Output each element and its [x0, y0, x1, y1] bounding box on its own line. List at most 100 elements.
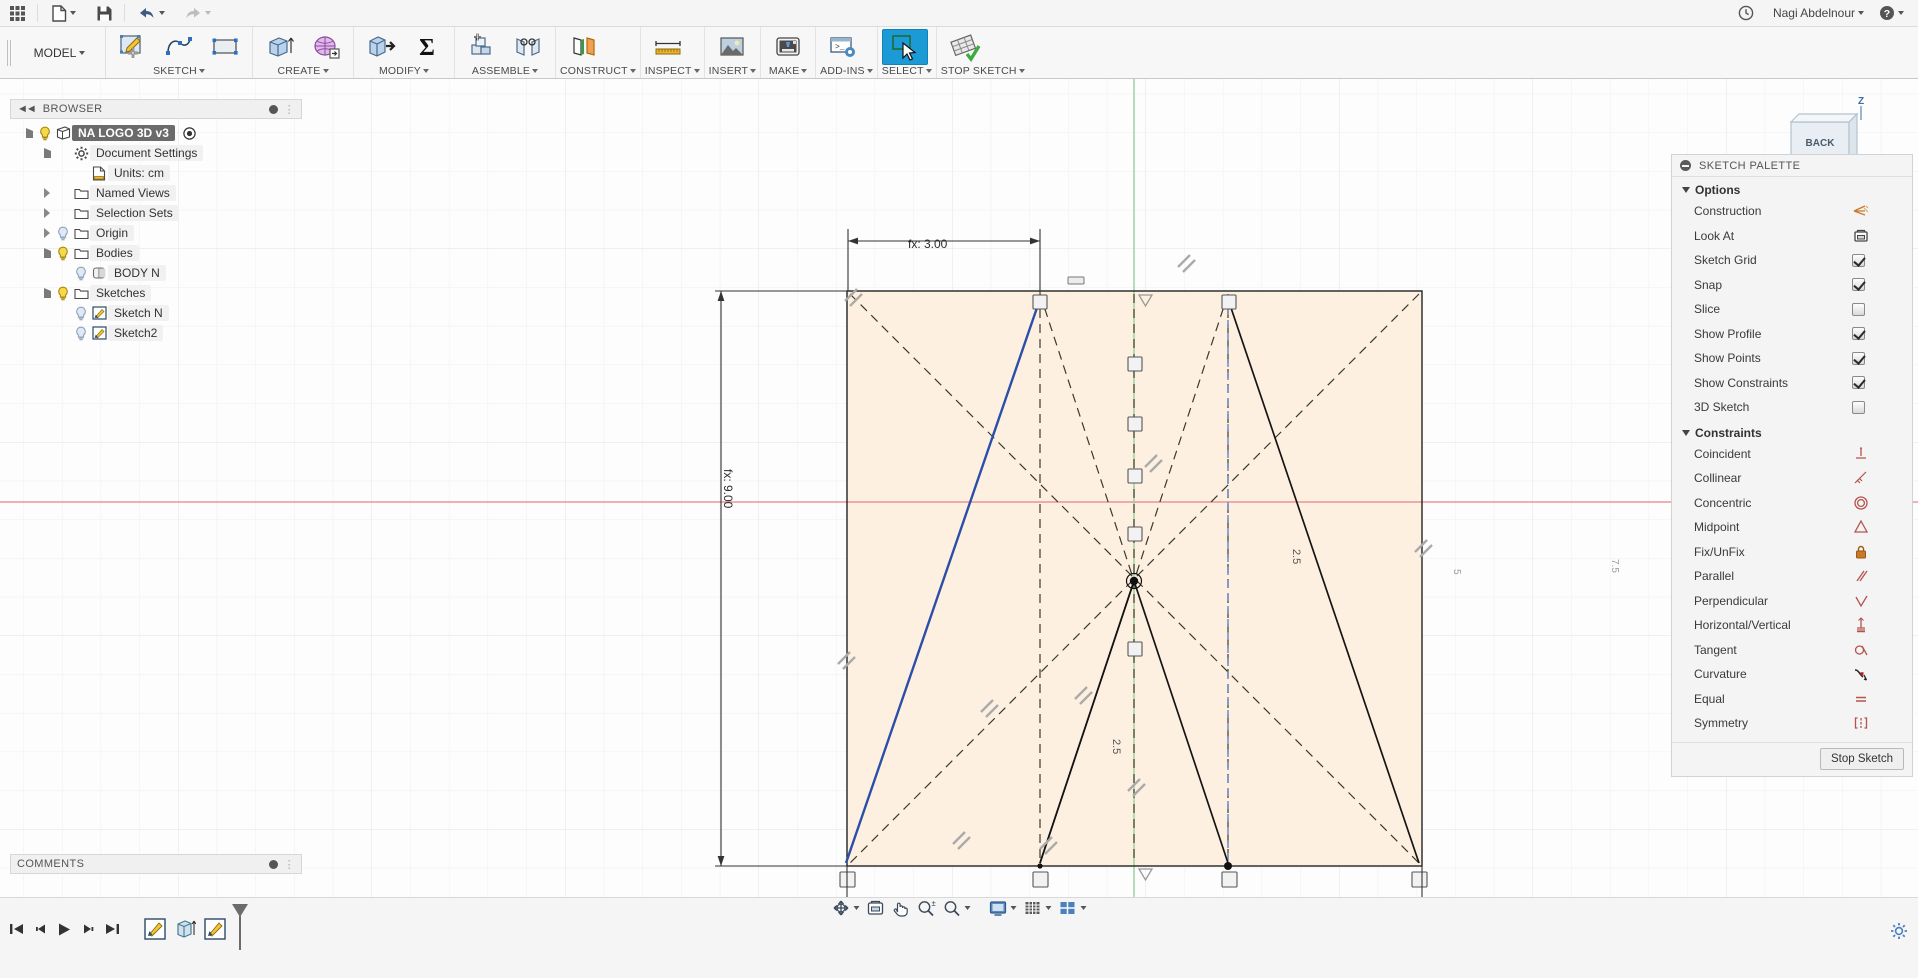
timeline-extrude-icon[interactable] — [172, 916, 198, 942]
step-back-icon[interactable] — [30, 917, 50, 941]
timeline-marker[interactable] — [232, 904, 254, 950]
left-height-dimension[interactable]: fx: 9.00 — [721, 469, 735, 508]
scripts-addins-icon[interactable]: >_ — [820, 29, 866, 65]
browser-tree-item[interactable]: Sketches — [10, 283, 302, 303]
measure-icon[interactable] — [645, 29, 691, 65]
tree-expander-open[interactable] — [40, 288, 54, 298]
midpoint-icon[interactable] — [1852, 519, 1870, 535]
visibility-bulb-icon[interactable] — [54, 285, 72, 301]
visibility-bulb-icon[interactable] — [72, 325, 90, 341]
parallel-icon[interactable] — [1852, 568, 1870, 584]
construction-icon[interactable] — [1852, 203, 1870, 219]
sketch-palette-header[interactable]: SKETCH PALETTE — [1672, 155, 1912, 177]
browser-header[interactable]: ◄◄ BROWSER ⋮ — [10, 99, 302, 119]
browser-tree-item[interactable]: Units: cm — [10, 163, 302, 183]
look-at-icon[interactable] — [864, 897, 888, 919]
coincident-icon[interactable] — [1852, 446, 1870, 462]
ribbon-group-title-assemble[interactable]: ASSEMBLE — [459, 65, 551, 80]
concentric-icon[interactable] — [1852, 495, 1870, 511]
zoom-icon[interactable]: ± — [914, 897, 939, 919]
browser-options-icon[interactable] — [268, 104, 278, 114]
show-points-checkbox[interactable] — [1852, 351, 1865, 365]
palette-row-show-profile[interactable]: Show Profile — [1672, 322, 1912, 347]
comments-add-icon[interactable] — [268, 859, 278, 869]
timeline-sketch-2-icon[interactable] — [202, 916, 228, 942]
look-at-icon[interactable] — [1852, 228, 1870, 244]
palette-row-tangent[interactable]: Tangent — [1672, 638, 1912, 663]
form-icon[interactable] — [303, 29, 349, 65]
job-status-icon[interactable] — [1729, 0, 1763, 26]
palette-section-constraints[interactable]: Constraints — [1672, 420, 1912, 442]
palette-row-concentric[interactable]: Concentric — [1672, 491, 1912, 516]
tree-expander-closed[interactable] — [40, 208, 54, 218]
comments-panel-header[interactable]: COMMENTS ⋮ — [10, 854, 302, 874]
palette-row-3d-sketch[interactable]: 3D Sketch — [1672, 395, 1912, 420]
palette-row-slice[interactable]: Slice — [1672, 297, 1912, 322]
palette-row-perpendicular[interactable]: Perpendicular — [1672, 589, 1912, 614]
palette-section-options[interactable]: Options — [1672, 177, 1912, 199]
select-icon[interactable] — [881, 29, 928, 65]
timeline-settings-icon[interactable] — [1890, 922, 1908, 943]
go-to-beginning-icon[interactable] — [6, 917, 26, 941]
redo-icon[interactable] — [174, 0, 220, 26]
ribbon-grip[interactable] — [0, 27, 14, 78]
ribbon-group-title-addins[interactable]: ADD-INS — [820, 65, 873, 80]
stop-sketch-icon[interactable] — [941, 29, 987, 65]
visibility-bulb-icon[interactable] — [72, 305, 90, 321]
snap-checkbox[interactable] — [1852, 278, 1865, 292]
play-icon[interactable] — [54, 917, 74, 941]
visibility-bulb-icon[interactable] — [36, 125, 54, 141]
display-settings-icon[interactable] — [986, 897, 1020, 919]
palette-row-show-constraints[interactable]: Show Constraints — [1672, 371, 1912, 396]
undo-icon[interactable] — [128, 0, 174, 26]
orbit-icon[interactable] — [829, 897, 863, 919]
equal-icon[interactable] — [1852, 691, 1870, 707]
joint-icon[interactable] — [505, 29, 551, 65]
visibility-bulb-icon[interactable] — [54, 245, 72, 261]
slice-checkbox[interactable] — [1852, 302, 1865, 316]
go-to-end-icon[interactable] — [102, 917, 122, 941]
browser-tree-item[interactable]: NA LOGO 3D v3 — [10, 123, 302, 143]
palette-collapse-icon[interactable] — [1680, 160, 1691, 171]
tree-expander-closed[interactable] — [40, 188, 54, 198]
tree-expander-closed[interactable] — [40, 228, 54, 238]
browser-tree-item[interactable]: Sketch N — [10, 303, 302, 323]
tree-expander-open[interactable] — [40, 248, 54, 258]
comments-grip-icon[interactable]: ⋮ — [284, 858, 295, 871]
browser-tree-item[interactable]: Document Settings — [10, 143, 302, 163]
timeline-sketch-1-icon[interactable] — [142, 916, 168, 942]
fix-unfix-icon[interactable] — [1852, 544, 1870, 560]
browser-collapse-icon[interactable]: ◄◄ — [17, 103, 37, 115]
3d-sketch-checkbox[interactable] — [1852, 400, 1865, 414]
palette-row-symmetry[interactable]: Symmetry — [1672, 711, 1912, 736]
pan-icon[interactable] — [889, 897, 913, 919]
palette-row-snap[interactable]: Snap — [1672, 273, 1912, 298]
palette-row-show-points[interactable]: Show Points — [1672, 346, 1912, 371]
collinear-icon[interactable] — [1852, 470, 1870, 486]
press-pull-icon[interactable] — [358, 29, 404, 65]
save-icon[interactable] — [87, 0, 121, 26]
3d-print-icon[interactable] — [765, 29, 811, 65]
ribbon-group-title-create[interactable]: CREATE — [257, 65, 349, 80]
ribbon-group-title-stop-sketch[interactable]: STOP SKETCH — [941, 65, 1025, 80]
tree-expander-open[interactable] — [22, 128, 36, 138]
insert-image-icon[interactable] — [709, 29, 755, 65]
palette-row-horizontal-vertical[interactable]: Horizontal/Vertical — [1672, 613, 1912, 638]
ribbon-group-title-sketch[interactable]: SKETCH — [110, 65, 248, 80]
tangent-icon[interactable] — [1852, 642, 1870, 658]
browser-tree-item[interactable]: Bodies — [10, 243, 302, 263]
rectangle-icon[interactable] — [202, 29, 248, 65]
curvature-icon[interactable] — [1852, 666, 1870, 682]
tree-expander-open[interactable] — [40, 148, 54, 158]
ribbon-group-title-make[interactable]: MAKE — [765, 65, 811, 80]
browser-tree-item[interactable]: Selection Sets — [10, 203, 302, 223]
palette-row-parallel[interactable]: Parallel — [1672, 564, 1912, 589]
show-profile-checkbox[interactable] — [1852, 327, 1865, 341]
palette-row-equal[interactable]: Equal — [1672, 687, 1912, 712]
browser-tree-item[interactable]: Origin — [10, 223, 302, 243]
browser-tree-item[interactable]: Sketch2 — [10, 323, 302, 343]
new-component-icon[interactable] — [459, 29, 505, 65]
show-constraints-checkbox[interactable] — [1852, 376, 1865, 390]
fit-icon[interactable] — [940, 897, 974, 919]
top-width-dimension[interactable]: fx: 3.00 — [908, 237, 947, 251]
